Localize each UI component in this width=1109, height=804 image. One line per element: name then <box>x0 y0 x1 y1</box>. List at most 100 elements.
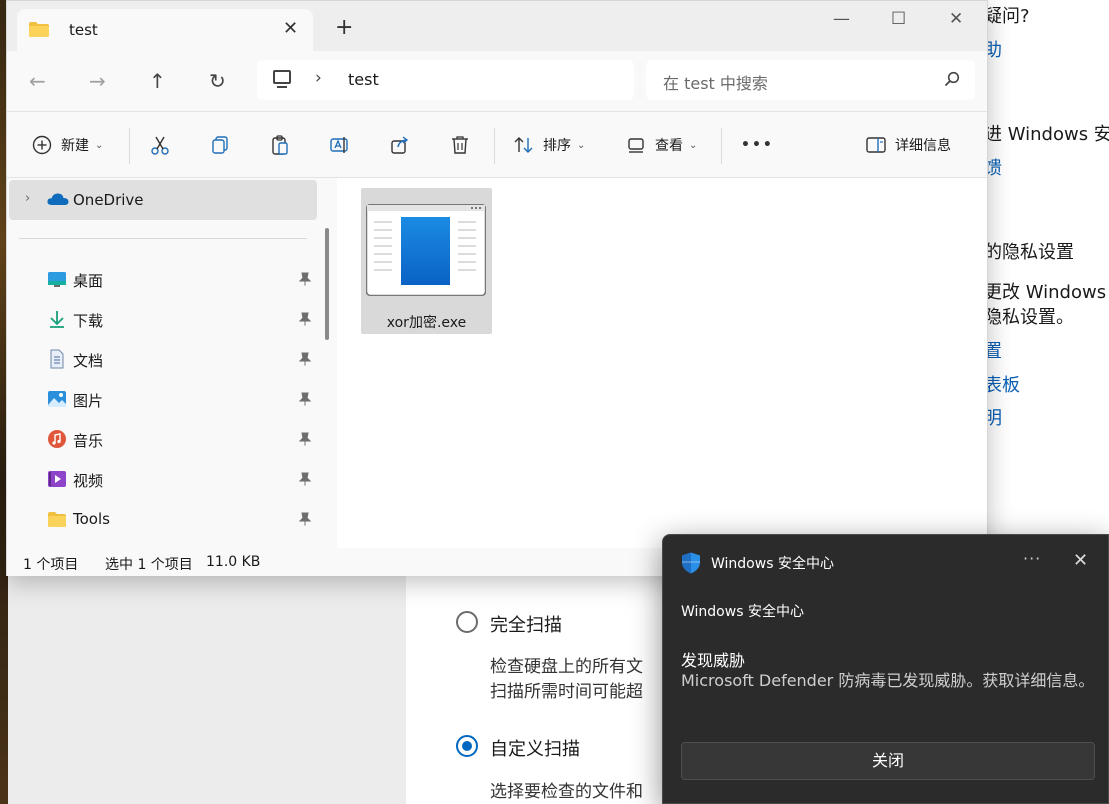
pin-icon[interactable] <box>299 352 311 366</box>
new-button[interactable]: 新建 ⌄ <box>31 132 103 158</box>
privacy-text-2: 隐私设置。 <box>988 307 1074 328</box>
document-icon <box>50 349 64 369</box>
up-button[interactable]: ↑ <box>149 69 166 93</box>
toast-close-icon[interactable]: ✕ <box>1073 550 1088 571</box>
pictures-icon <box>48 391 66 407</box>
scan-options-panel: 完全扫描 检查硬盘上的所有文 扫描所需时间可能超 自定义扫描 选择要检查的文件和 <box>406 576 664 804</box>
feedback-link[interactable]: 馈 <box>988 154 1002 180</box>
sidebar-item-videos[interactable]: 视频 <box>7 459 317 499</box>
sidebar-item-label: 图片 <box>73 392 104 410</box>
file-explorer-window: test ✕ + — ☐ ✕ ← → ↑ ↻ › test 在 test 中搜索 <box>6 0 988 576</box>
help-heading: 疑问? <box>988 6 1030 27</box>
maximize-button[interactable]: ☐ <box>891 9 906 29</box>
sidebar-item-onedrive[interactable]: › OneDrive <box>9 180 317 220</box>
close-window-button[interactable]: ✕ <box>949 9 963 29</box>
full-scan-desc-2: 扫描所需时间可能超 <box>490 682 643 702</box>
more-options-button[interactable]: ••• <box>741 132 774 158</box>
sort-icon <box>514 137 533 153</box>
file-item[interactable]: xor加密.exe <box>361 188 492 334</box>
copy-button[interactable] <box>209 132 231 158</box>
minimize-button[interactable]: — <box>833 9 850 29</box>
download-icon <box>50 311 64 328</box>
sidebar-item-desktop[interactable]: 桌面 <box>7 259 317 299</box>
details-button[interactable]: 详细信息 <box>865 132 951 158</box>
refresh-button[interactable]: ↻ <box>209 69 226 93</box>
dashboard-link[interactable]: 表板 <box>988 371 1020 397</box>
new-label: 新建 <box>61 138 89 154</box>
chevron-right-icon[interactable]: › <box>315 68 322 88</box>
full-scan-desc-1: 检查硬盘上的所有文 <box>490 657 643 677</box>
file-list: xor加密.exe <box>337 178 987 548</box>
share-button[interactable] <box>389 132 411 158</box>
selected-size: 11.0 KB <box>206 554 261 570</box>
plus-circle-icon <box>32 135 52 155</box>
application-icon <box>366 204 486 296</box>
tab-close-icon[interactable]: ✕ <box>283 18 298 39</box>
paste-button[interactable] <box>269 132 291 158</box>
toast-dismiss-button[interactable]: 关闭 <box>681 742 1095 780</box>
navigation-row: ← → ↑ ↻ › test 在 test 中搜索 <box>7 51 987 111</box>
forward-button[interactable]: → <box>89 69 106 93</box>
more-options-icon[interactable]: ··· <box>1023 549 1041 568</box>
toast-subtitle: Windows 安全中心 <box>681 604 804 620</box>
selected-count: 选中 1 个项目 <box>105 557 193 573</box>
sort-button[interactable]: 排序 ⌄ <box>513 132 585 158</box>
navpane-scrollbar[interactable] <box>325 228 329 340</box>
toast-body: Microsoft Defender 防病毒已发现威胁。获取详细信息。 <box>681 671 1095 690</box>
tab-test[interactable]: test ✕ <box>17 9 313 51</box>
folder-icon <box>29 22 49 37</box>
chevron-right-icon[interactable]: › <box>25 191 30 206</box>
search-box[interactable]: 在 test 中搜索 <box>646 60 975 100</box>
pin-icon[interactable] <box>299 512 311 526</box>
privacy-settings-link[interactable]: 置 <box>988 337 1002 363</box>
pin-icon[interactable] <box>299 472 311 486</box>
sidebar-item-downloads[interactable]: 下载 <box>7 299 317 339</box>
video-icon <box>48 471 66 487</box>
pin-icon[interactable] <box>299 432 311 446</box>
details-label: 详细信息 <box>895 138 951 154</box>
statement-link[interactable]: 明 <box>988 404 1002 430</box>
share-icon <box>391 136 409 154</box>
custom-scan-label[interactable]: 自定义扫描 <box>490 735 580 761</box>
back-button[interactable]: ← <box>29 69 46 93</box>
pin-icon[interactable] <box>299 312 311 326</box>
file-name: xor加密.exe <box>386 315 467 331</box>
sidebar-item-label: 下载 <box>73 312 104 330</box>
pin-icon[interactable] <box>299 392 311 406</box>
onedrive-cloud-icon <box>47 193 69 205</box>
address-path[interactable]: test <box>348 70 379 89</box>
sidebar-item-label: 音乐 <box>73 432 104 450</box>
get-help-link[interactable]: 助 <box>988 36 1002 62</box>
address-bar[interactable]: › test <box>257 60 634 100</box>
sidebar-item-label: 视频 <box>73 472 104 490</box>
privacy-heading: 的隐私设置 <box>988 242 1074 263</box>
chevron-down-icon: ⌄ <box>689 139 698 151</box>
sidebar-item-music[interactable]: 音乐 <box>7 419 317 459</box>
folder-icon <box>48 512 66 527</box>
delete-button[interactable] <box>449 132 471 158</box>
shield-icon <box>682 552 700 574</box>
new-tab-button[interactable]: + <box>335 17 353 39</box>
sidebar-item-label: Tools <box>73 510 110 528</box>
rename-button[interactable] <box>329 132 351 158</box>
toast-app-name: Windows 安全中心 <box>711 556 834 572</box>
sidebar-item-tools[interactable]: Tools <box>7 499 317 539</box>
scissors-icon <box>151 136 169 155</box>
sidebar-item-documents[interactable]: 文档 <box>7 339 317 379</box>
sort-label: 排序 <box>543 138 571 154</box>
trash-icon <box>452 136 468 154</box>
details-pane-icon <box>866 137 886 153</box>
chevron-down-icon: ⌄ <box>95 139 104 151</box>
pin-icon[interactable] <box>299 272 311 286</box>
chevron-down-icon: ⌄ <box>577 139 586 151</box>
desktop-icon <box>48 272 66 287</box>
cut-button[interactable] <box>149 132 171 158</box>
sidebar-item-pictures[interactable]: 图片 <box>7 379 317 419</box>
custom-scan-radio[interactable] <box>456 735 478 757</box>
clipboard-icon <box>272 135 288 155</box>
view-button[interactable]: 查看 ⌄ <box>625 132 697 158</box>
search-placeholder: 在 test 中搜索 <box>663 74 768 93</box>
full-scan-label[interactable]: 完全扫描 <box>490 611 562 637</box>
full-scan-radio[interactable] <box>456 611 478 633</box>
sidebar-item-label: 文档 <box>73 352 104 370</box>
